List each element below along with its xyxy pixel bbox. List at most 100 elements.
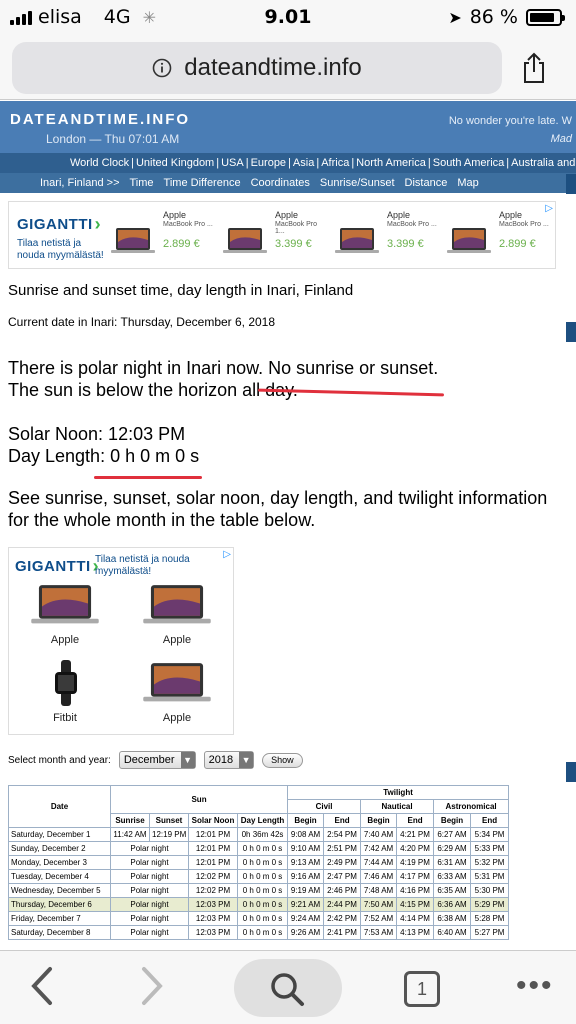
site-logo[interactable]: DATEANDTIME.INFO [10,111,190,128]
laptop-image [139,660,215,706]
nav-tab[interactable]: Inari, Finland >> [40,177,120,189]
table-cell: Polar night [110,869,189,884]
nav-region-link[interactable]: United Kingdom [136,157,214,169]
table-cell: 7:46 AM [360,869,398,884]
table-cell: 12:03 PM [188,925,238,940]
table-cell: Polar night [110,911,189,926]
url-text[interactable]: dateandtime.info [184,54,361,82]
search-button[interactable] [234,959,342,1017]
back-icon[interactable] [28,963,54,1009]
more-icon[interactable]: ••• [516,969,554,1003]
table-cell: 7:42 AM [360,841,398,856]
adchoices-icon[interactable]: ▷ [545,203,553,214]
laptop-image [109,226,157,256]
table-cell: 12:19 PM [149,827,189,842]
col-subheader: Sunset [149,813,189,828]
search-icon [271,973,304,1006]
product-subtitle: MacBook Pro 1... [275,221,318,235]
show-button[interactable]: Show [262,752,303,768]
col-sun: Sun [109,785,289,814]
ad-box-side[interactable]: GIGANTTI › Tilaa netistä ja nouda myymälä… [8,547,234,735]
nav-region-link[interactable]: Asia [293,157,314,169]
table-row: Monday, December 3 Polar night 12:01 PM 0 h… [8,855,510,870]
table-cell: 6:40 AM [433,925,472,940]
page-title: Sunrise and sunset time, day length in I… [8,282,354,299]
nav-separator: | [351,157,355,169]
month-select[interactable]: December ▼ [118,751,196,769]
table-cell: 2:46 PM [323,883,362,898]
sidebar-edge [566,174,576,194]
table-cell: 12:03 PM [188,897,238,912]
product-title: Apple [275,210,299,220]
table-cell: 12:01 PM [188,827,238,842]
ad-banner-top[interactable]: GIGANTTI › Tilaa netistä ja nouda myymälä… [8,201,556,269]
col-twilight: Twilight [287,785,510,800]
ad-product[interactable]: Apple MacBook Pro 1... 3.399 € [221,210,325,268]
table-cell: 4:19 PM [396,855,435,870]
site-banner: DATEANDTIME.INFO London — Thu 07:01 AM N… [0,101,576,153]
nav-tab[interactable]: Time [130,177,154,189]
table-cell: 7:48 AM [360,883,398,898]
table-row: Wednesday, December 5 Polar night 12:02 PM… [8,883,510,898]
product-subtitle: MacBook Pro ... [499,221,549,228]
table-cell: 6:31 AM [433,855,472,870]
ad-tile[interactable]: Fitbit [15,660,115,724]
info-icon[interactable] [152,58,172,78]
table-cell: 5:31 PM [470,869,510,884]
nav-region-link[interactable]: South America [433,157,505,169]
table-cell: 12:01 PM [188,855,238,870]
nav-tab[interactable]: Distance [405,177,448,189]
table-cell: 5:27 PM [470,925,510,940]
year-select[interactable]: 2018 ▼ [203,751,255,769]
nav-tab[interactable]: Map [457,177,478,189]
table-row: Friday, December 7 Polar night 12:03 PM 0 h… [8,911,510,926]
ad-tile[interactable]: Apple [127,582,227,646]
share-icon[interactable] [520,52,548,84]
table-cell: 2:54 PM [323,827,362,842]
table-cell: 5:34 PM [470,827,510,842]
nav-region-link[interactable]: Europe [251,157,286,169]
gigantti-logo: GIGANTTI › [15,556,99,577]
ad-product[interactable]: Apple MacBook Pro ... 2.899 € [445,210,549,268]
ad-tile[interactable]: Apple [127,660,227,724]
table-cell: 12:01 PM [188,841,238,856]
nav-separator: | [427,157,431,169]
table-cell: 4:16 PM [396,883,435,898]
table-row: Saturday, December 8 Polar night 12:03 PM 0… [8,925,510,940]
table-cell: 2:42 PM [323,911,362,926]
table-cell: 0 h 0 m 0 s [236,841,289,856]
table-cell: 9:26 AM [287,925,325,940]
nav-region-link[interactable]: Australia and O [511,157,576,169]
nav-region-link[interactable]: Africa [321,157,349,169]
table-cell: 5:28 PM [470,911,510,926]
nav-tab[interactable]: Time Difference [164,177,241,189]
day-length: Day Length: 0 h 0 m 0 s [8,446,200,466]
laptop-image [27,582,103,628]
nav-region-link[interactable]: USA [221,157,244,169]
current-date: Current date in Inari: Thursday, Decembe… [8,315,276,329]
table-cell: 0h 36m 42s [236,827,289,842]
site-header: DATEANDTIME.INFO London — Thu 07:01 AM N… [0,101,576,193]
table-cell: 4:20 PM [396,841,435,856]
product-subtitle: MacBook Pro ... [387,221,437,228]
status-bar: elisa 4G ✳ 9.01 ➤ 86 % [0,0,576,36]
nav-tab[interactable]: Coordinates [251,177,310,189]
adchoices-icon[interactable]: ▷ [223,549,231,560]
nav-tab[interactable]: Sunrise/Sunset [320,177,395,189]
table-cell: 0 h 0 m 0 s [236,869,289,884]
ad-product[interactable]: Apple MacBook Pro ... 3.399 € [333,210,437,268]
ad-tile[interactable]: Apple [15,582,115,646]
tabs-button[interactable]: 1 [404,971,440,1007]
month-table-note: See sunrise, sunset, solar noon, day len… [8,488,548,530]
nav-region-link[interactable]: World Clock [70,157,129,169]
annotation-underline [94,476,202,479]
safari-toolbar: 1 ••• [0,950,576,1024]
forward-icon[interactable] [140,963,166,1009]
table-cell: 7:44 AM [360,855,398,870]
nav-region-link[interactable]: North America [356,157,426,169]
table-cell: 12:02 PM [188,869,238,884]
ad-product[interactable]: Apple MacBook Pro ... 2.899 € [109,210,213,268]
address-bar[interactable]: dateandtime.info [12,42,502,94]
table-cell: 12:03 PM [188,911,238,926]
table-cell: Polar night [110,897,189,912]
